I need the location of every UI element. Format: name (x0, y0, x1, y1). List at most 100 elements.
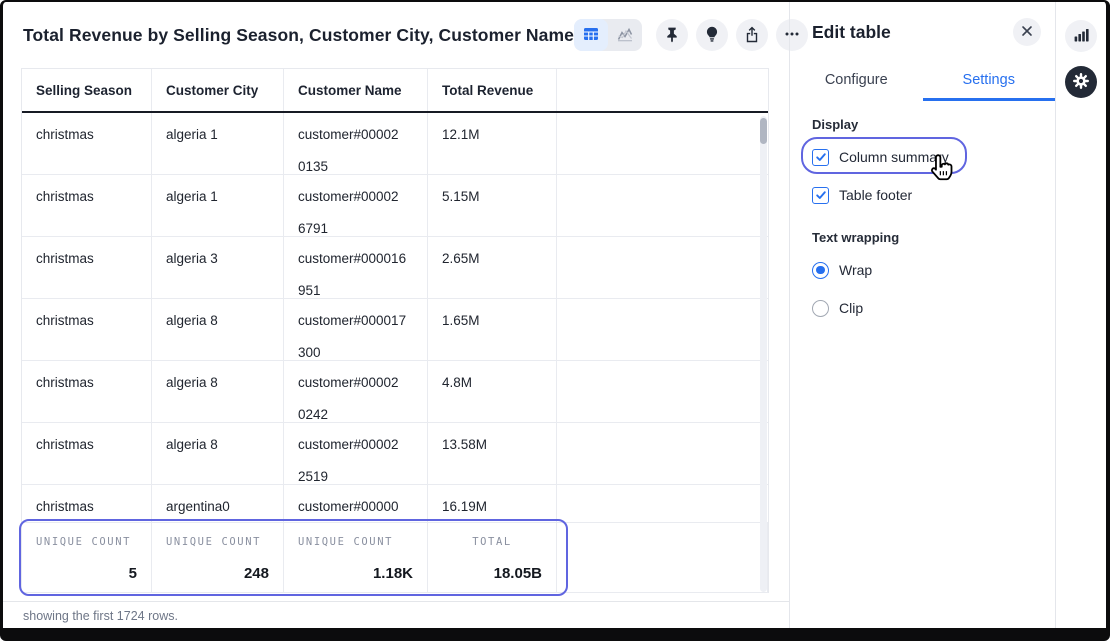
summary-value: 18.05B (442, 565, 542, 582)
column-summary-row: UNIQUE COUNT 5 UNIQUE COUNT 248 UNIQUE C… (22, 523, 768, 593)
summary-label: TOTAL (442, 536, 542, 548)
cell-city: algeria 1 (152, 175, 284, 236)
checkbox-column-summary[interactable] (812, 149, 829, 166)
chart-view-icon (616, 25, 634, 46)
table-view-button[interactable] (574, 19, 608, 51)
bar-chart-icon (1072, 26, 1090, 47)
cell-season: christmas (22, 361, 152, 422)
cell-season: christmas (22, 175, 152, 236)
cell-season: christmas (22, 423, 152, 484)
cell-revenue: 16.19M (428, 485, 557, 522)
option-table-footer[interactable]: Table footer (812, 184, 1039, 206)
checkbox-table-footer[interactable] (812, 187, 829, 204)
table-row[interactable]: christmas algeria 1 customer#00002 6791 … (22, 175, 768, 237)
table-row[interactable]: christmas algeria 1 customer#00002 0135 … (22, 113, 768, 175)
close-icon (1021, 25, 1033, 40)
summary-cell-empty (557, 523, 768, 592)
cell-season: christmas (22, 237, 152, 298)
cell-city: algeria 8 (152, 423, 284, 484)
option-label: Table footer (839, 187, 912, 203)
summary-cell: UNIQUE COUNT 248 (152, 523, 284, 592)
table-row[interactable]: christmas algeria 8 customer#00002 0242 … (22, 361, 768, 423)
view-switcher (574, 19, 642, 51)
cell-city: argentina0 (152, 485, 284, 522)
row-count-status: showing the first 1724 rows. (23, 609, 178, 623)
option-label: Clip (839, 300, 863, 316)
table-header-row: Selling Season Customer City Customer Na… (22, 69, 768, 113)
answer-header: Total Revenue by Selling Season, Custome… (3, 2, 789, 68)
option-label: Column summary (839, 149, 949, 165)
chart-view-button[interactable] (608, 19, 642, 51)
share-button[interactable] (736, 19, 768, 51)
answer-toolbar (574, 19, 808, 51)
cell-season: christmas (22, 485, 152, 522)
column-header-total-revenue[interactable]: Total Revenue (428, 69, 557, 111)
column-header-selling-season[interactable]: Selling Season (22, 69, 152, 111)
cell-empty (557, 485, 768, 522)
table-row[interactable]: christmas algeria 8 customer#00002 2519 … (22, 423, 768, 485)
option-label: Wrap (839, 262, 872, 278)
app-window: Total Revenue by Selling Season, Custome… (0, 0, 1110, 641)
cell-revenue: 13.58M (428, 423, 557, 484)
table-row[interactable]: christmas argentina0 customer#00000 16.1… (22, 485, 768, 523)
option-clip[interactable]: Clip (812, 297, 1039, 319)
settings-gear-button[interactable] (1065, 66, 1097, 98)
gear-icon (1071, 71, 1091, 94)
tab-settings[interactable]: Settings (923, 64, 1056, 101)
table-view-icon (582, 25, 600, 46)
chart-style-button[interactable] (1065, 20, 1097, 52)
share-icon (743, 25, 761, 46)
display-section-title: Display (812, 117, 1039, 132)
tab-configure[interactable]: Configure (790, 64, 923, 101)
cell-customer-name: customer#00000 (284, 485, 428, 522)
status-bar: showing the first 1724 rows. (3, 601, 789, 623)
cell-city: algeria 1 (152, 113, 284, 174)
cell-empty (557, 361, 768, 422)
cell-customer-name: customer#00002 0242 (284, 361, 428, 422)
page-title: Total Revenue by Selling Season, Custome… (23, 25, 574, 46)
cell-empty (557, 423, 768, 484)
cell-season: christmas (22, 299, 152, 360)
cell-empty (557, 299, 768, 360)
cell-revenue: 5.15M (428, 175, 557, 236)
option-wrap[interactable]: Wrap (812, 259, 1039, 281)
table-scrollbar-thumb[interactable] (760, 118, 767, 144)
summary-value: 5 (36, 565, 137, 582)
cell-revenue: 2.65M (428, 237, 557, 298)
cell-season: christmas (22, 113, 152, 174)
option-column-summary[interactable]: Column summary (812, 146, 1039, 168)
table-row[interactable]: christmas algeria 3 customer#000016 951 … (22, 237, 768, 299)
summary-label: UNIQUE COUNT (298, 536, 413, 548)
radio-clip[interactable] (812, 300, 829, 317)
column-header-empty (557, 69, 768, 111)
panel-title: Edit table (812, 22, 1013, 43)
summary-cell: TOTAL 18.05B (428, 523, 557, 592)
cell-customer-name: customer#000017 300 (284, 299, 428, 360)
right-toolbar (1056, 2, 1106, 628)
cell-customer-name: customer#00002 6791 (284, 175, 428, 236)
cell-empty (557, 237, 768, 298)
cell-customer-name: customer#00002 2519 (284, 423, 428, 484)
table-row[interactable]: christmas algeria 8 customer#000017 300 … (22, 299, 768, 361)
column-header-customer-city[interactable]: Customer City (152, 69, 284, 111)
answer-area: Total Revenue by Selling Season, Custome… (3, 2, 789, 628)
radio-wrap[interactable] (812, 262, 829, 279)
summary-value: 1.18K (298, 565, 413, 582)
summary-cell: UNIQUE COUNT 1.18K (284, 523, 428, 592)
spotiq-insights-button[interactable] (696, 19, 728, 51)
panel-tabs: Configure Settings (790, 64, 1055, 101)
table-scrollbar[interactable] (760, 116, 767, 592)
lightbulb-icon (703, 25, 721, 46)
summary-label: UNIQUE COUNT (166, 536, 269, 548)
edit-table-panel: Edit table Configure Settings Display (790, 2, 1055, 628)
cell-city: algeria 8 (152, 299, 284, 360)
pin-button[interactable] (656, 19, 688, 51)
text-wrapping-section-title: Text wrapping (812, 230, 1039, 245)
cell-revenue: 12.1M (428, 113, 557, 174)
cell-customer-name: customer#00002 0135 (284, 113, 428, 174)
column-header-customer-name[interactable]: Customer Name (284, 69, 428, 111)
cell-revenue: 1.65M (428, 299, 557, 360)
close-panel-button[interactable] (1013, 18, 1041, 46)
cell-city: algeria 3 (152, 237, 284, 298)
data-table: Selling Season Customer City Customer Na… (21, 68, 769, 593)
